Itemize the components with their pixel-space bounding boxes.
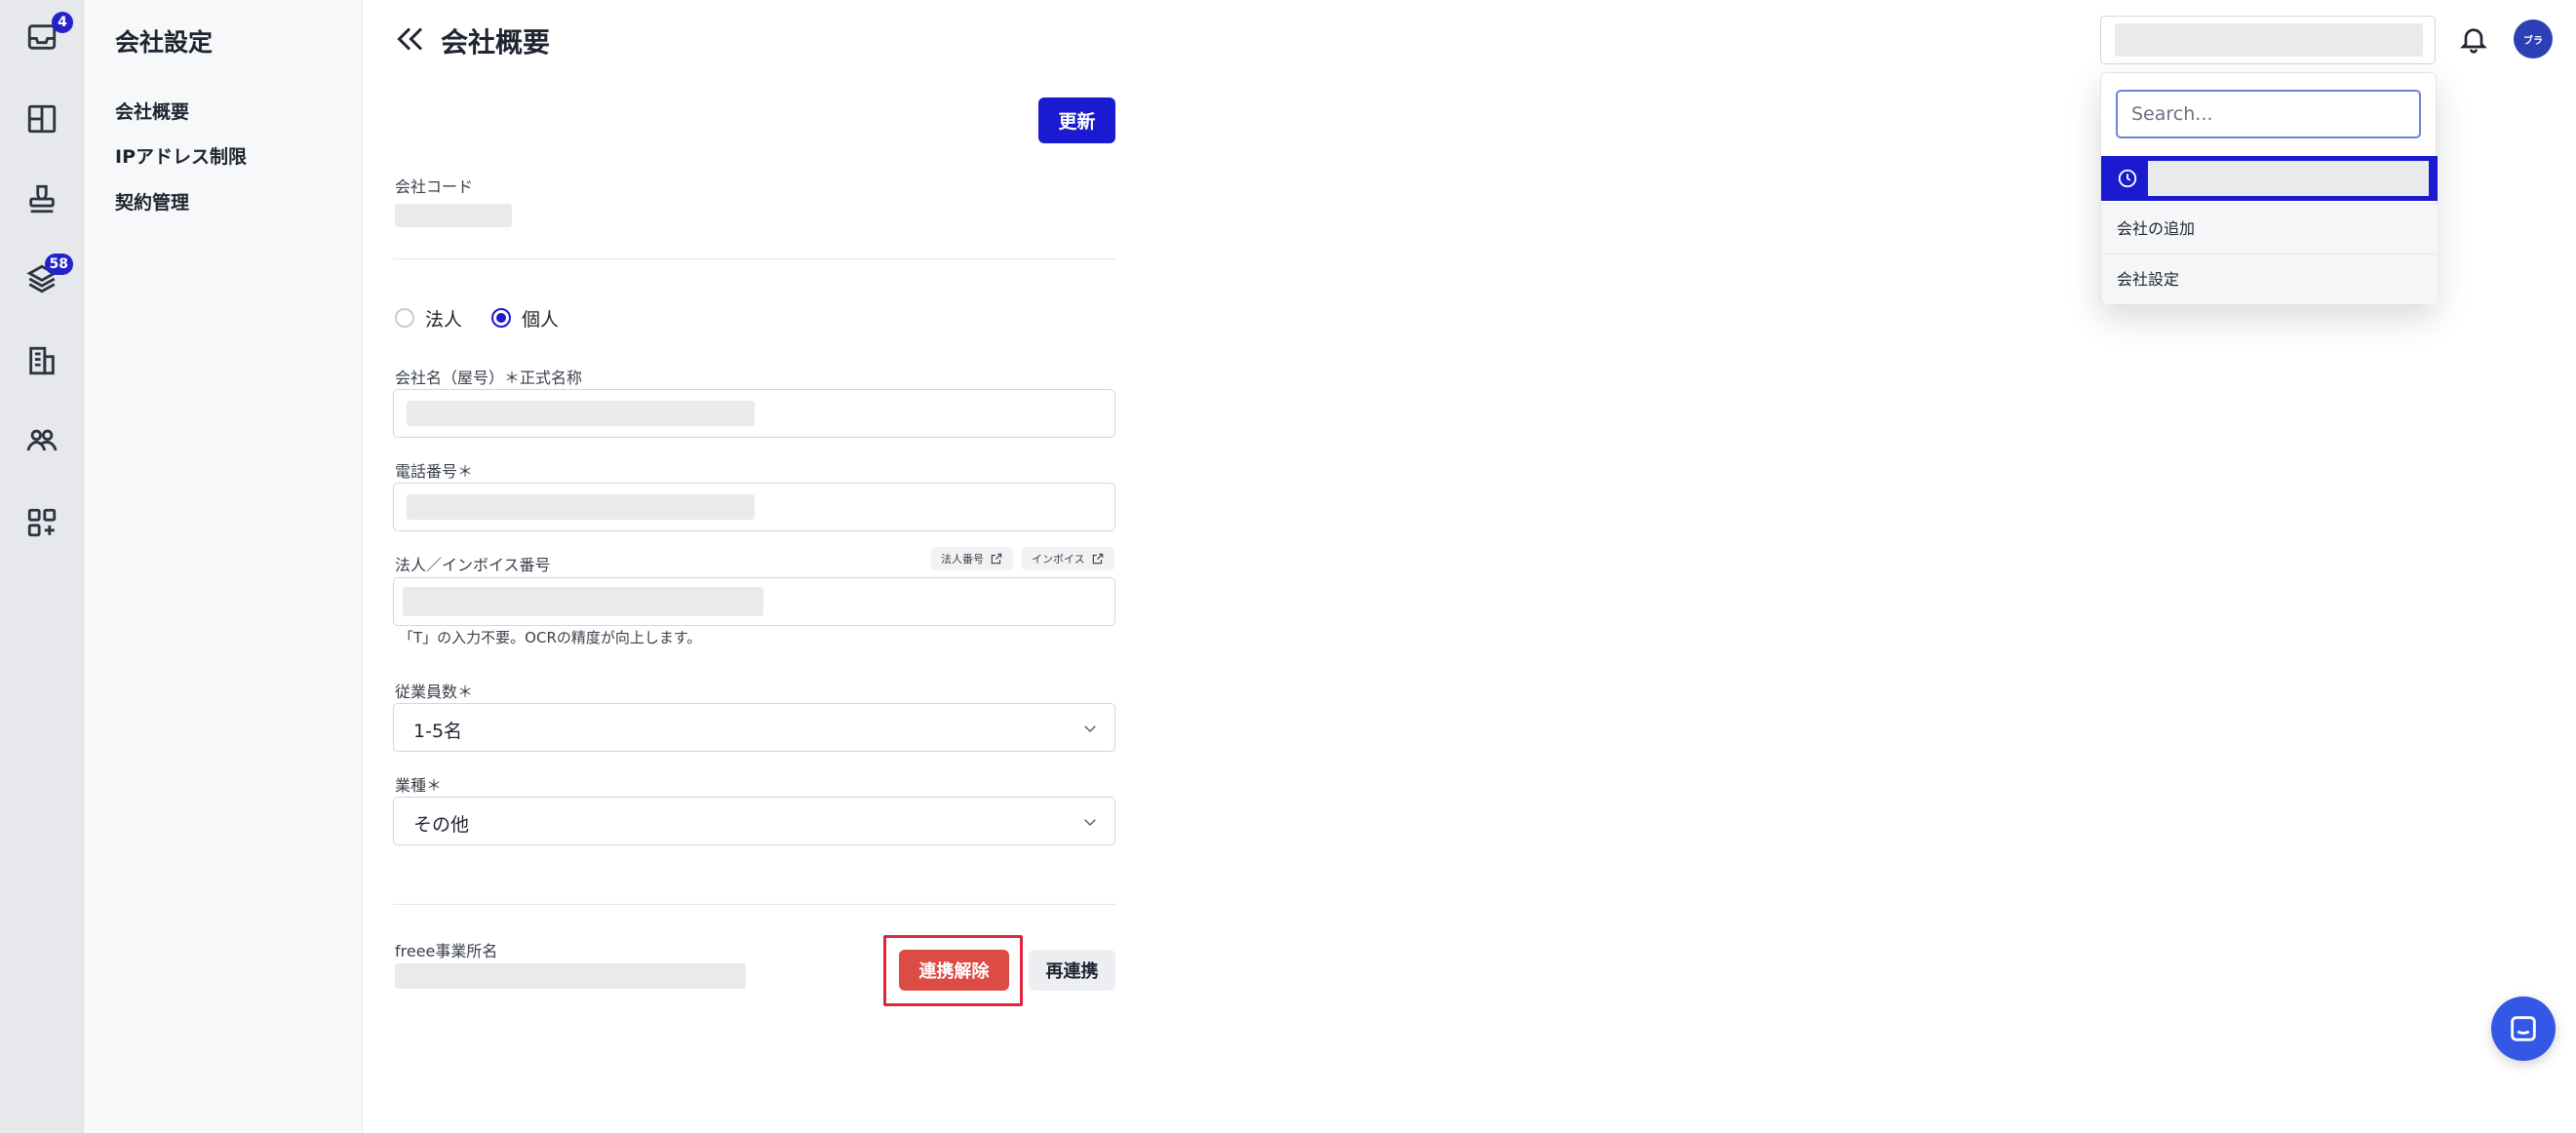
inbox-badge: 4 xyxy=(52,12,73,33)
users-nav[interactable] xyxy=(17,415,67,466)
avatar[interactable]: ブラ xyxy=(2514,20,2553,59)
company-code-value xyxy=(395,204,512,227)
page-title: 会社概要 xyxy=(441,26,551,59)
divider xyxy=(393,258,1115,259)
settings-sidebar: 会社設定 会社概要 IPアドレス制限 契約管理 xyxy=(84,0,363,1133)
sidebar-title: 会社設定 xyxy=(115,28,214,57)
sidebar-item-ip-restriction[interactable]: IPアドレス制限 xyxy=(115,142,247,169)
stamp-nav[interactable] xyxy=(17,174,67,224)
company-code-label: 会社コード xyxy=(395,177,474,196)
employees-select[interactable]: 1-5名 xyxy=(393,703,1115,752)
industry-select[interactable]: その他 xyxy=(393,797,1115,845)
radio-individual[interactable] xyxy=(491,308,511,328)
external-link-icon xyxy=(1092,553,1103,565)
apps-add-icon xyxy=(27,508,57,537)
invoice-link[interactable]: インボイス xyxy=(1022,547,1114,570)
divider xyxy=(393,904,1115,905)
employees-value: 1-5名 xyxy=(413,721,463,742)
invoice-hint: 「T」の入力不要。OCRの精度が向上します。 xyxy=(399,629,702,646)
company-switcher[interactable] xyxy=(2100,16,2436,64)
company-name-label: 会社名（屋号）＊正式名称 xyxy=(395,369,583,387)
icon-rail: 4 58 xyxy=(0,0,84,1133)
radio-corporation-label: 法人 xyxy=(425,309,463,331)
search-input[interactable] xyxy=(2116,90,2421,138)
company-name-input[interactable] xyxy=(393,389,1115,438)
stamp-icon xyxy=(29,184,55,214)
radio-individual-label: 個人 xyxy=(522,309,560,331)
notifications-button[interactable] xyxy=(2458,23,2489,55)
freee-office-value xyxy=(395,963,746,989)
invoice-number-input[interactable] xyxy=(393,577,1115,626)
apps-nav[interactable] xyxy=(17,497,67,548)
collapse-sidebar-button[interactable] xyxy=(392,21,427,57)
employees-label: 従業員数＊ xyxy=(395,683,474,701)
corp-number-link-label: 法人番号 xyxy=(941,553,984,566)
columns-icon xyxy=(27,104,57,134)
double-chevron-left-icon xyxy=(397,27,423,51)
reconnect-button[interactable]: 再連携 xyxy=(1029,950,1115,991)
company-nav[interactable] xyxy=(17,335,67,386)
radio-corporation[interactable] xyxy=(395,308,414,328)
clock-icon xyxy=(2118,169,2137,188)
industry-label: 業種＊ xyxy=(395,776,443,795)
chevron-down-icon xyxy=(1084,819,1096,827)
corp-number-link[interactable]: 法人番号 xyxy=(931,547,1013,570)
phone-label: 電話番号＊ xyxy=(395,462,474,481)
update-button[interactable]: 更新 xyxy=(1038,98,1115,143)
company-settings-item[interactable]: 会社設定 xyxy=(2101,254,2438,304)
chat-icon xyxy=(2511,1016,2536,1041)
recent-company-name xyxy=(2148,161,2429,196)
invoice-number-value xyxy=(403,587,763,616)
phone-value xyxy=(407,494,755,520)
columns-nav[interactable] xyxy=(17,94,67,144)
invoice-number-label: 法人／インボイス番号 xyxy=(395,556,551,574)
company-switcher-dropdown: 会社の追加 会社設定 xyxy=(2100,72,2438,304)
users-icon xyxy=(26,429,58,451)
chat-launcher[interactable] xyxy=(2491,996,2556,1061)
sidebar-item-contract[interactable]: 契約管理 xyxy=(115,188,189,215)
recent-company-item[interactable] xyxy=(2101,156,2438,201)
disconnect-button[interactable]: 連携解除 xyxy=(899,950,1009,991)
external-link-icon xyxy=(991,553,1002,565)
add-company-item[interactable]: 会社の追加 xyxy=(2101,203,2438,254)
inbox-nav[interactable]: 4 xyxy=(17,12,73,62)
layers-badge: 58 xyxy=(44,254,73,275)
layers-nav[interactable]: 58 xyxy=(17,254,73,304)
company-switcher-value xyxy=(2115,23,2423,57)
chevron-down-icon xyxy=(1084,725,1096,733)
bell-icon xyxy=(2460,28,2487,54)
building-icon xyxy=(29,346,55,375)
phone-input[interactable] xyxy=(393,483,1115,531)
company-name-value xyxy=(407,401,755,426)
sidebar-item-company-overview[interactable]: 会社概要 xyxy=(115,98,189,124)
industry-value: その他 xyxy=(413,814,470,836)
invoice-link-label: インボイス xyxy=(1032,553,1085,566)
freee-office-label: freee事業所名 xyxy=(395,942,498,960)
